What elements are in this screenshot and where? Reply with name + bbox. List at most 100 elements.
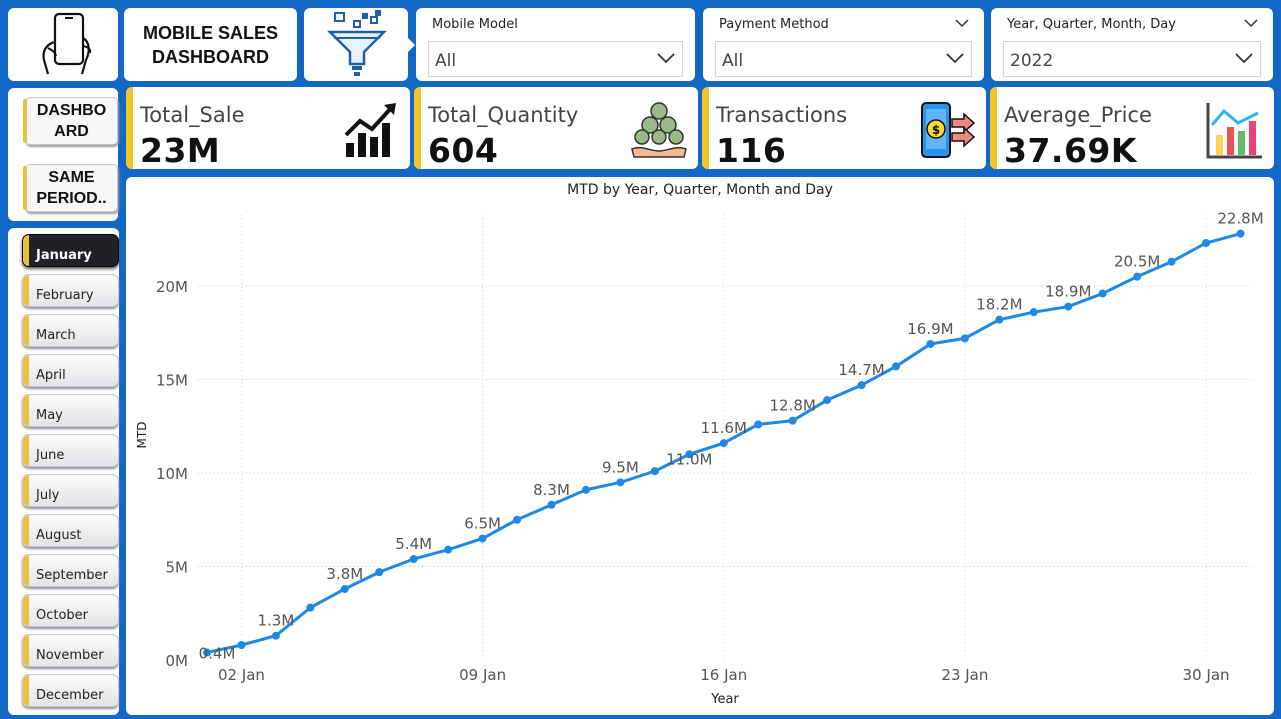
data-point[interactable]: [823, 396, 832, 405]
month-button-january[interactable]: January: [22, 234, 119, 267]
chevron-down-icon[interactable]: [954, 18, 970, 28]
data-point[interactable]: [1133, 272, 1142, 281]
month-label: July: [36, 488, 60, 503]
month-accent-stripe: [23, 315, 29, 346]
same-period-nav-label: SAME PERIOD..: [36, 169, 107, 207]
bar-chart-icon: [1206, 103, 1262, 159]
data-label: 3.8M: [326, 565, 363, 583]
month-button-october[interactable]: October: [22, 594, 119, 627]
data-label: 14.7M: [838, 361, 884, 379]
kpi-accent-bar: [126, 87, 133, 169]
data-label: 18.2M: [976, 296, 1022, 314]
chevron-down-icon: [946, 53, 964, 64]
kpi-card-transactions: Transactions 116 $: [702, 87, 986, 170]
data-point[interactable]: [1098, 289, 1107, 298]
data-label: 20.5M: [1114, 253, 1160, 271]
month-label: March: [36, 328, 76, 343]
dashboard-nav-button[interactable]: DASHBOARD: [23, 97, 118, 145]
data-point[interactable]: [375, 568, 384, 577]
data-point[interactable]: [857, 381, 866, 390]
payment-method-dropdown[interactable]: All: [715, 41, 972, 77]
data-point[interactable]: [478, 534, 487, 543]
month-button-june[interactable]: June: [22, 434, 119, 467]
month-accent-stripe: [23, 275, 29, 306]
dashboard-title-card: MOBILE SALES DASHBOARD: [124, 8, 297, 81]
filter-funnel-icon[interactable]: [304, 8, 408, 81]
month-button-november[interactable]: November: [22, 634, 119, 667]
chart-title: MTD by Year, Quarter, Month and Day: [567, 182, 833, 198]
data-point[interactable]: [1202, 238, 1211, 247]
slicer-value: All: [722, 51, 744, 71]
data-point[interactable]: [409, 555, 418, 564]
data-label: 11.6M: [701, 419, 747, 437]
data-label: 16.9M: [907, 320, 953, 338]
x-tick-label: 23 Jan: [941, 666, 988, 684]
data-point[interactable]: [237, 641, 246, 650]
y-tick-label: 5M: [166, 559, 189, 577]
data-point[interactable]: [581, 485, 590, 494]
month-label: January: [36, 248, 92, 263]
y-tick-label: 15M: [156, 372, 188, 390]
kpi-card-total-sale: Total_Sale 23M: [126, 87, 410, 170]
month-button-august[interactable]: August: [22, 514, 119, 547]
month-slicer-panel: January February March April May June July Augu…: [8, 228, 119, 715]
slicer-label: Year, Quarter, Month, Day: [1007, 17, 1176, 32]
data-point[interactable]: [1167, 257, 1176, 266]
data-point[interactable]: [271, 631, 280, 640]
data-label: 5.4M: [395, 535, 432, 553]
month-accent-stripe: [23, 395, 29, 426]
data-point[interactable]: [926, 339, 935, 348]
y-tick-label: 10M: [156, 465, 188, 483]
data-label: 6.5M: [464, 514, 501, 532]
x-tick-label: 09 Jan: [459, 666, 506, 684]
y-axis-title: MTD: [135, 422, 149, 449]
mtd-chart-card: MTD by Year, Quarter, Month and Day MTD …: [126, 177, 1274, 715]
mobile-model-slicer: Mobile Model All: [416, 8, 695, 81]
month-accent-stripe: [23, 235, 29, 266]
chevron-down-icon[interactable]: [1243, 18, 1259, 28]
kpi-accent-bar: [702, 87, 709, 169]
data-label: 8.3M: [533, 481, 570, 499]
page-title: MOBILE SALES DASHBOARD: [142, 22, 278, 67]
data-point[interactable]: [788, 416, 797, 425]
data-point[interactable]: [1064, 302, 1073, 311]
mobile-model-dropdown[interactable]: All: [428, 41, 683, 77]
kpi-value: 116: [716, 131, 787, 170]
month-button-september[interactable]: September: [22, 554, 119, 587]
data-point[interactable]: [960, 334, 969, 343]
data-point[interactable]: [719, 439, 728, 448]
data-point[interactable]: [513, 515, 522, 524]
month-button-february[interactable]: February: [22, 274, 119, 307]
data-point[interactable]: [754, 420, 763, 429]
data-point[interactable]: [340, 584, 349, 593]
month-label: December: [36, 688, 104, 703]
month-label: May: [36, 408, 63, 423]
chevron-down-icon: [657, 53, 675, 64]
month-button-december[interactable]: December: [22, 674, 119, 707]
data-point[interactable]: [1029, 308, 1038, 317]
data-point[interactable]: [650, 467, 659, 476]
month-accent-stripe: [23, 675, 29, 706]
month-accent-stripe: [23, 595, 29, 626]
data-point[interactable]: [306, 603, 315, 612]
data-point[interactable]: [444, 545, 453, 554]
filter-toggle-card[interactable]: [304, 8, 415, 81]
y-tick-label: 20M: [156, 278, 188, 296]
data-point[interactable]: [547, 500, 556, 509]
data-point[interactable]: [892, 362, 900, 371]
svg-text:$: $: [932, 123, 940, 137]
month-button-march[interactable]: March: [22, 314, 119, 347]
month-button-may[interactable]: May: [22, 394, 119, 427]
data-point[interactable]: [995, 315, 1004, 324]
data-point[interactable]: [616, 478, 625, 487]
same-period-nav-button[interactable]: SAME PERIOD..: [23, 164, 118, 212]
data-label: 22.8M: [1217, 210, 1263, 228]
date-hierarchy-dropdown[interactable]: 2022: [1003, 41, 1261, 77]
month-button-april[interactable]: April: [22, 354, 119, 387]
month-accent-stripe: [23, 435, 29, 466]
x-tick-label: 02 Jan: [218, 666, 265, 684]
slicer-label: Mobile Model: [432, 17, 518, 32]
month-button-july[interactable]: July: [22, 474, 119, 507]
mobile-phone-hand-icon: [42, 12, 92, 75]
data-point[interactable]: [1236, 229, 1245, 238]
